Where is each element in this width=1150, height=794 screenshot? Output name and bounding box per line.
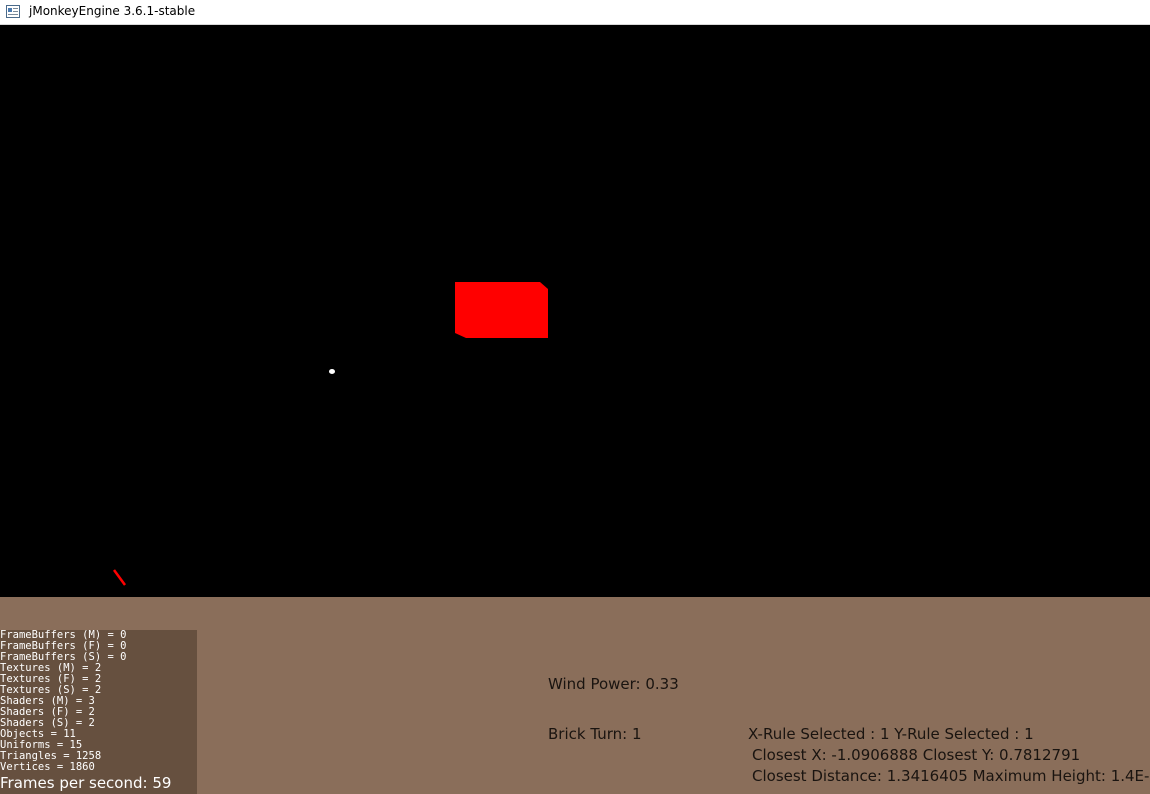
stat-vertices: Vertices = 1860 bbox=[0, 761, 95, 773]
rules-selected-label: X-Rule Selected : 1 Y-Rule Selected : 1 bbox=[748, 725, 1034, 743]
red-brick bbox=[455, 282, 548, 338]
title-bar[interactable]: jMonkeyEngine 3.6.1-stable bbox=[0, 0, 1150, 25]
window-title: jMonkeyEngine 3.6.1-stable bbox=[29, 4, 196, 18]
launcher-barrel bbox=[112, 569, 127, 586]
fps-label: Frames per second: 59 bbox=[0, 774, 172, 792]
jmonkey-app-icon bbox=[6, 5, 20, 18]
projectile-ball bbox=[329, 369, 335, 374]
game-viewport[interactable] bbox=[0, 26, 1150, 597]
app-window: jMonkeyEngine 3.6.1-stable FrameBuffers … bbox=[0, 0, 1150, 794]
scene-canvas bbox=[112, 282, 548, 586]
closest-xy-label: Closest X: -1.0906888 Closest Y: 0.78127… bbox=[752, 746, 1081, 764]
brick-turn-label: Brick Turn: 1 bbox=[548, 725, 642, 743]
wind-power-label: Wind Power: 0.33 bbox=[548, 675, 679, 693]
closest-distance-label: Closest Distance: 1.3416405 Maximum Heig… bbox=[752, 767, 1150, 785]
